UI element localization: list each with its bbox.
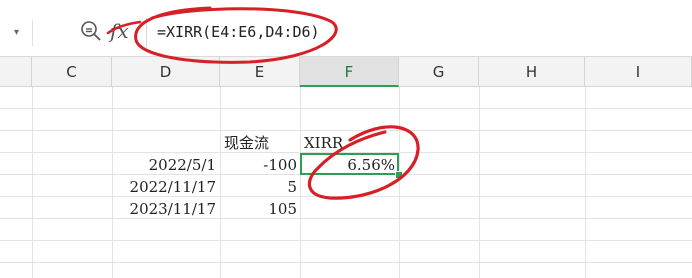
column-label: C (66, 63, 77, 81)
formula-text: =XIRR(E4:E6,D4:D6) (157, 23, 320, 41)
spreadsheet-window: ▾ fx =XIRR(E4:E6,D4:D6) C D E F G H I 现金… (0, 0, 692, 278)
zoom-formula-icon[interactable] (80, 20, 102, 42)
chevron-down-icon: ▾ (14, 27, 20, 38)
column-divider (300, 87, 301, 278)
column-label: D (159, 63, 172, 81)
column-header-h[interactable]: H (479, 57, 585, 87)
cell-e4[interactable]: -100 (220, 154, 297, 176)
fill-handle[interactable] (395, 171, 403, 179)
column-divider (32, 87, 33, 278)
column-label: E (254, 63, 265, 81)
cell-e5[interactable]: 5 (220, 176, 297, 198)
cell-d6[interactable]: 2023/11/17 (112, 198, 216, 220)
column-header-i[interactable]: I (585, 57, 692, 87)
row-divider (0, 262, 692, 263)
column-label: F (344, 63, 354, 81)
column-header-d[interactable]: D (112, 57, 220, 87)
column-header-g[interactable]: G (399, 57, 479, 87)
fx-label: fx (110, 19, 129, 43)
column-header-f[interactable]: F (300, 57, 399, 87)
cell-d5[interactable]: 2022/11/17 (112, 176, 216, 198)
row-divider (0, 218, 692, 219)
selected-cell-border (300, 153, 399, 175)
name-box-dropdown[interactable]: ▾ (0, 20, 33, 46)
row-divider (0, 240, 692, 241)
column-divider (585, 87, 586, 278)
formula-input[interactable]: =XIRR(E4:E6,D4:D6) (146, 18, 687, 48)
column-header-e[interactable]: E (220, 57, 300, 87)
column-divider (479, 87, 480, 278)
formula-bar: ▾ fx =XIRR(E4:E6,D4:D6) (0, 0, 692, 57)
cell-d4[interactable]: 2022/5/1 (112, 154, 216, 176)
cell-e6[interactable]: 105 (220, 198, 297, 220)
column-label: G (432, 63, 445, 81)
column-header-c[interactable]: C (32, 57, 112, 87)
column-divider (399, 87, 400, 278)
cell-grid[interactable] (0, 87, 692, 278)
row-divider (0, 130, 692, 131)
corner-header[interactable] (0, 57, 32, 87)
row-divider (0, 108, 692, 109)
cell-e3[interactable]: 现金流 (224, 132, 269, 154)
column-label: I (635, 63, 641, 81)
row-divider (0, 196, 692, 197)
cell-f3[interactable]: XIRR (304, 132, 343, 154)
column-label: H (525, 63, 538, 81)
insert-function-icon[interactable]: fx (110, 18, 136, 44)
